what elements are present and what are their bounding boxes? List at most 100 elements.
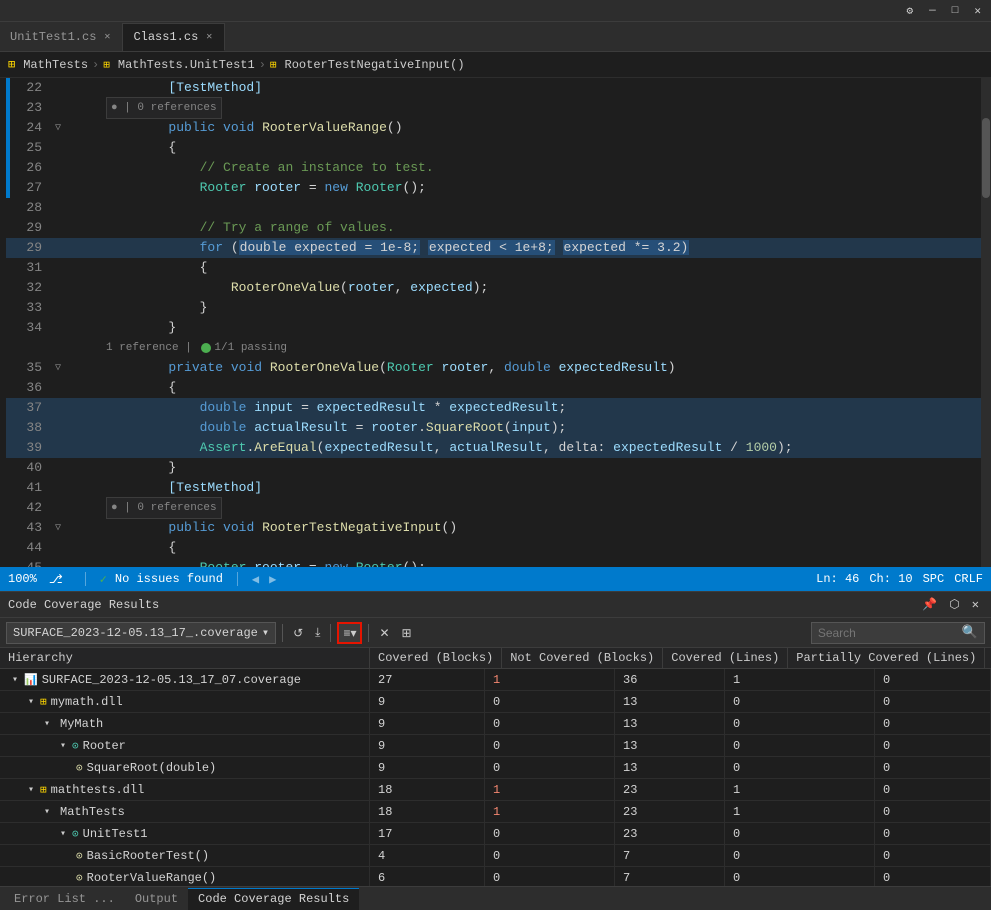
tree-expand-r7[interactable]: ▾	[44, 806, 50, 818]
editor-scrollbar[interactable]	[981, 78, 991, 567]
editor-tabs: UnitTest1.cs ✕ Class1.cs ✕	[0, 22, 991, 52]
coverage-table: Hierarchy Covered (Blocks) Not Covered (…	[0, 648, 991, 886]
th-not-covered-blocks[interactable]: Not Covered (Blocks)	[502, 648, 663, 668]
coverage-dropdown-arrow: ▾	[262, 625, 269, 640]
cursor-position: Ln: 46	[816, 572, 859, 586]
icon-class-rooter: ⊙	[72, 739, 79, 753]
tab-class1[interactable]: Class1.cs ✕	[123, 23, 225, 51]
encoding: SPC	[923, 572, 945, 586]
table-row[interactable]: ⊙ SquareRoot(double) 9 0 13 0 0	[0, 757, 991, 779]
tab-unittest1-close[interactable]: ✕	[102, 31, 112, 43]
tree-expand-r3[interactable]: ▾	[44, 718, 50, 730]
panel-title: Code Coverage Results	[8, 598, 159, 612]
code-line-27: 27 Rooter rooter = new Rooter();	[6, 178, 981, 198]
close-btn[interactable]: ✕	[970, 4, 985, 18]
icon-method-squareroot: ⊙	[76, 761, 83, 775]
scrollbar-thumb[interactable]	[982, 118, 990, 198]
code-line-37: 37 double input = expectedResult * expec…	[6, 398, 981, 418]
refresh-btn[interactable]: ↺	[289, 622, 307, 644]
tree-expand-r4[interactable]: ▾	[60, 740, 66, 752]
issues-text: No issues found	[115, 572, 223, 586]
panel-float-btn[interactable]: ⬡	[945, 596, 963, 613]
table-row[interactable]: ▾ ⊙ Rooter 9 0 13 0 0	[0, 735, 991, 757]
table-body: ▾ 📊 SURFACE_2023-12-05.13_17_07.coverage…	[0, 669, 991, 886]
code-line-40: 40 }	[6, 458, 981, 478]
nav-arrow-right[interactable]: ▶	[269, 572, 276, 587]
status-bar: 100% ⎇ ✓ No issues found ◀ ▶ Ln: 46 Ch: …	[0, 567, 991, 591]
th-covered-blocks[interactable]: Covered (Blocks)	[370, 648, 502, 668]
search-icon: 🔍	[962, 625, 978, 640]
code-line-30: 29 for (double expected = 1e-8; expected…	[6, 238, 981, 258]
issues-check: ✓	[100, 572, 107, 587]
table-row[interactable]: ⊙ BasicRooterTest() 4 0 7 0 0	[0, 845, 991, 867]
code-line-24: 24 ▽ public void RooterValueRange()	[6, 118, 981, 138]
delete-btn[interactable]: ✕	[375, 622, 393, 644]
collapse-35[interactable]: ▽	[55, 362, 61, 374]
filter-btn[interactable]: ≡▾	[337, 622, 362, 644]
panel-pin-btn[interactable]: 📌	[918, 596, 941, 613]
tab-unittest1[interactable]: UnitTest1.cs ✕	[0, 23, 123, 51]
table-header: Hierarchy Covered (Blocks) Not Covered (…	[0, 648, 991, 669]
code-line-31: 31 {	[6, 258, 981, 278]
export-btn[interactable]: ⤓	[311, 622, 324, 644]
tab-unittest1-label: UnitTest1.cs	[10, 30, 96, 44]
eol: CRLF	[954, 572, 983, 586]
collapse-43[interactable]: ▽	[55, 522, 61, 534]
icon-coverage: 📊	[24, 673, 38, 687]
code-line-42: 42 ● | 0 references	[6, 498, 981, 518]
breadcrumb-class[interactable]: MathTests.UnitTest1	[118, 58, 255, 72]
code-line-26: 26 // Create an instance to test.	[6, 158, 981, 178]
bottom-tab-output[interactable]: Output	[125, 888, 188, 910]
icon-method-rootervaluerange: ⊙	[76, 871, 83, 885]
table-row[interactable]: ▾ MyMath 9 0 13 0 0	[0, 713, 991, 735]
zoom-level: 100%	[8, 572, 37, 586]
code-line-32: 32 RooterOneValue(rooter, expected);	[6, 278, 981, 298]
search-input[interactable]	[818, 626, 958, 640]
code-line-38: 38 double actualResult = rooter.SquareRo…	[6, 418, 981, 438]
search-box: 🔍	[811, 622, 985, 644]
code-line-41: 41 [TestMethod]	[6, 478, 981, 498]
code-line-35-badge: 35 1 reference | 1/1 passing	[6, 338, 981, 358]
bottom-tab-coverage[interactable]: Code Coverage Results	[188, 888, 359, 910]
coverage-panel: Code Coverage Results 📌 ⬡ ✕ SURFACE_2023…	[0, 591, 991, 886]
panel-close-btn[interactable]: ✕	[968, 596, 983, 613]
coverage-file-dropdown[interactable]: SURFACE_2023-12-05.13_17_.coverage ▾	[6, 622, 276, 644]
th-hierarchy[interactable]: Hierarchy	[0, 648, 370, 668]
tree-expand-r8[interactable]: ▾	[60, 828, 66, 840]
table-row[interactable]: ⊙ RooterValueRange() 6 0 7 0 0	[0, 867, 991, 886]
code-line-22: 22 [TestMethod]	[6, 78, 981, 98]
collapse-24[interactable]: ▽	[55, 122, 61, 134]
bottom-tab-error[interactable]: Error List ...	[4, 888, 125, 910]
table-row[interactable]: ▾ ⊞ mathtests.dll 18 1 23 1 0	[0, 779, 991, 801]
breadcrumb-method[interactable]: RooterTestNegativeInput()	[285, 58, 465, 72]
tree-expand-r2[interactable]: ▾	[28, 696, 34, 708]
git-icon: ⎇	[49, 572, 63, 587]
settings-btn[interactable]: ⚙	[903, 4, 918, 18]
tab-class1-close[interactable]: ✕	[204, 31, 214, 43]
table-row[interactable]: ▾ MathTests 18 1 23 1 0	[0, 801, 991, 823]
code-line-44: 44 {	[6, 538, 981, 558]
code-line-39: 39 Assert.AreEqual(expectedResult, actua…	[6, 438, 981, 458]
breadcrumb: ⊞ MathTests › ⊞ MathTests.UnitTest1 › ⊞ …	[0, 52, 991, 78]
tree-expand-r6[interactable]: ▾	[28, 784, 34, 796]
code-line-36: 36 {	[6, 378, 981, 398]
table-row[interactable]: ▾ 📊 SURFACE_2023-12-05.13_17_07.coverage…	[0, 669, 991, 691]
icon-class-unittest1: ⊙	[72, 827, 79, 841]
code-line-29: 29 // Try a range of values.	[6, 218, 981, 238]
code-line-35: 35 ▽ private void RooterOneValue(Rooter …	[6, 358, 981, 378]
nav-arrow-left[interactable]: ◀	[252, 572, 259, 587]
maximize-btn[interactable]: □	[948, 5, 963, 17]
table-row[interactable]: ▾ ⊙ UnitTest1 17 0 23 0 0	[0, 823, 991, 845]
tree-expand-r1[interactable]: ▾	[12, 674, 18, 686]
code-line-33: 33 }	[6, 298, 981, 318]
th-not-covered-lines[interactable]: Not Covered (Lines	[985, 648, 991, 668]
tab-class1-label: Class1.cs	[133, 30, 198, 44]
th-covered-lines[interactable]: Covered (Lines)	[663, 648, 788, 668]
bottom-tab-bar: Error List ... Output Code Coverage Resu…	[0, 886, 991, 910]
th-partial-lines[interactable]: Partially Covered (Lines)	[788, 648, 985, 668]
code-line-34: 34 }	[6, 318, 981, 338]
minimize-btn[interactable]: —	[925, 5, 940, 17]
table-row[interactable]: ▾ ⊞ mymath.dll 9 0 13 0 0	[0, 691, 991, 713]
columns-btn[interactable]: ⊞	[398, 622, 416, 644]
breadcrumb-project[interactable]: MathTests	[23, 58, 88, 72]
